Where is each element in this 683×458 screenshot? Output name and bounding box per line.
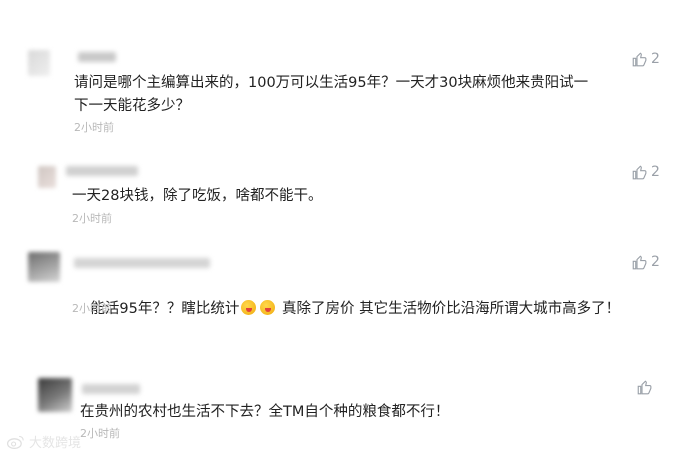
thumbs-up-icon xyxy=(637,380,652,395)
thumbs-up-icon xyxy=(632,254,647,269)
thumbs-up-icon xyxy=(632,51,647,66)
weibo-logo-icon xyxy=(6,435,24,449)
comment-text-part: 能活95年？？瞎比统计 xyxy=(90,301,240,317)
like-count: 2 xyxy=(651,254,660,270)
like-button[interactable]: 2 xyxy=(632,51,660,67)
comment-time: 2小时前 xyxy=(74,121,114,134)
like-button[interactable]: 2 xyxy=(632,254,660,270)
comment-time: 2小时前 xyxy=(72,212,112,225)
username[interactable] xyxy=(82,384,140,394)
username[interactable] xyxy=(66,166,138,176)
like-button[interactable] xyxy=(637,380,656,395)
avatar[interactable] xyxy=(38,166,56,188)
comment-text: 一天28块钱，除了吃饭，啥都不能干。 xyxy=(72,188,323,204)
watermark-text: 大数跨境 xyxy=(29,436,82,451)
comment-text: 请问是哪个主编算出来的，100万可以生活95年？一天才30块麻烦他来贵阳试一下一… xyxy=(74,75,589,114)
comment-text: 在贵州的农村也生活不下去？全TM自个种的粮食都不行！ xyxy=(80,404,450,420)
avatar[interactable] xyxy=(28,252,60,282)
watermark: 大数跨境 xyxy=(6,432,81,451)
comment-time: 2小时前 xyxy=(72,302,112,315)
comment-text-part: 真除了房价 其它生活物价比沿海所谓大城市高多了！ xyxy=(277,301,621,317)
tongue-out-emoji-icon xyxy=(260,300,276,315)
username[interactable] xyxy=(78,52,116,62)
thumbs-up-icon xyxy=(632,164,647,179)
comment-time: 2小时前 xyxy=(80,427,120,440)
tongue-out-emoji-icon xyxy=(241,300,257,315)
username[interactable] xyxy=(74,258,210,268)
comment-text: 能活95年？？瞎比统计 真除了房价 其它生活物价比沿海所谓大城市高多了！ xyxy=(72,275,652,344)
like-count: 2 xyxy=(651,164,660,180)
avatar[interactable] xyxy=(38,378,72,412)
like-button[interactable]: 2 xyxy=(632,164,660,180)
like-count: 2 xyxy=(651,51,660,67)
avatar[interactable] xyxy=(28,50,50,76)
